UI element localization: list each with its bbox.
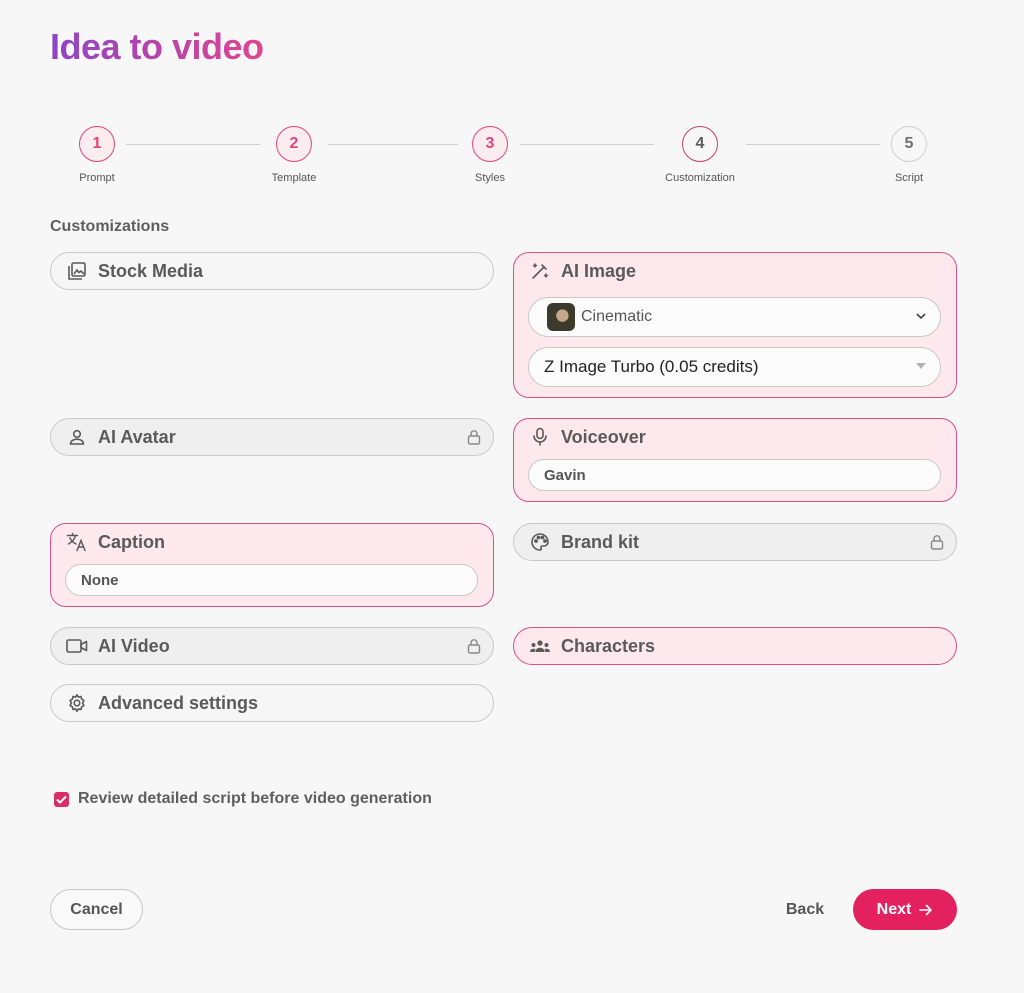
step-label: Template <box>271 172 317 184</box>
chevron-down-icon <box>916 313 926 320</box>
card-label: AI Video <box>98 635 170 656</box>
translate-icon <box>66 531 88 553</box>
voiceover-card[interactable]: Voiceover Gavin <box>513 418 957 502</box>
page-title: Idea to video <box>50 26 264 67</box>
microphone-icon <box>529 426 551 448</box>
step-styles[interactable]: 3 Styles <box>440 126 540 184</box>
step-number: 5 <box>891 126 927 162</box>
gear-icon <box>66 692 88 714</box>
card-label: AI Image <box>561 260 637 281</box>
voice-select[interactable]: Gavin <box>528 459 941 491</box>
arrow-right-icon <box>919 904 933 915</box>
image-model-select[interactable]: Z Image Turbo (0.05 credits) <box>528 347 941 387</box>
lock-icon <box>467 639 481 654</box>
video-camera-icon <box>66 635 88 657</box>
step-number: 4 <box>682 126 718 162</box>
step-label: Styles <box>475 172 505 184</box>
magic-wand-icon <box>529 260 551 282</box>
card-label: AI Avatar <box>98 426 176 447</box>
lock-icon <box>930 535 944 550</box>
step-customization[interactable]: 4 Customization <box>650 126 750 184</box>
step-prompt[interactable]: 1 Prompt <box>47 126 147 184</box>
next-button[interactable]: Next <box>853 889 957 930</box>
checkbox-label: Review detailed script before video gene… <box>78 790 432 807</box>
review-script-checkbox[interactable] <box>54 791 69 807</box>
step-number: 3 <box>472 126 508 162</box>
step-number: 2 <box>276 126 312 162</box>
card-label: Stock Media <box>98 260 204 281</box>
card-label: Caption <box>98 531 165 552</box>
ai-avatar-card[interactable]: AI Avatar <box>50 418 494 456</box>
card-label: Brand kit <box>561 531 640 552</box>
card-label: Voiceover <box>561 426 646 447</box>
select-value: Gavin <box>544 466 586 484</box>
card-label: Advanced settings <box>98 692 259 713</box>
step-number: 1 <box>79 126 115 162</box>
step-label: Script <box>894 172 924 184</box>
advanced-settings-card[interactable]: Advanced settings <box>50 684 494 722</box>
cancel-button[interactable]: Cancel <box>50 889 143 930</box>
group-icon <box>529 635 551 657</box>
stock-media-card[interactable]: Stock Media <box>50 252 494 290</box>
person-icon <box>66 426 88 448</box>
checkmark-icon <box>56 795 67 804</box>
next-label: Next <box>876 900 912 918</box>
image-gallery-icon <box>66 260 88 282</box>
card-label: Characters <box>561 635 656 656</box>
caret-down-icon <box>916 363 926 369</box>
characters-card[interactable]: Characters <box>513 627 957 665</box>
section-label: Customizations <box>50 218 170 235</box>
select-value: Cinematic <box>581 308 653 325</box>
back-button[interactable]: Back <box>775 889 835 930</box>
image-style-select[interactable]: Cinematic <box>528 297 941 337</box>
caption-card[interactable]: Caption None <box>50 523 494 607</box>
review-script-option[interactable]: Review detailed script before video gene… <box>54 790 432 808</box>
step-connector <box>520 144 654 145</box>
ai-video-card[interactable]: AI Video <box>50 627 494 665</box>
step-label: Prompt <box>79 172 115 184</box>
ai-image-card[interactable]: AI Image Cinematic Z Image Turbo (0.05 c… <box>513 252 957 398</box>
select-value: Z Image Turbo (0.05 credits) <box>544 357 759 376</box>
progress-stepper: 1 Prompt 2 Template 3 Styles 4 Customiza… <box>0 126 1024 196</box>
select-value: None <box>81 571 119 589</box>
brand-kit-card[interactable]: Brand kit <box>513 523 957 561</box>
lock-icon <box>467 430 481 445</box>
step-script[interactable]: 5 Script <box>859 126 959 184</box>
caption-select[interactable]: None <box>65 564 478 596</box>
step-label: Customization <box>665 172 735 184</box>
step-template[interactable]: 2 Template <box>244 126 344 184</box>
step-connector <box>328 144 458 145</box>
palette-icon <box>529 531 551 553</box>
style-thumbnail <box>547 303 575 331</box>
